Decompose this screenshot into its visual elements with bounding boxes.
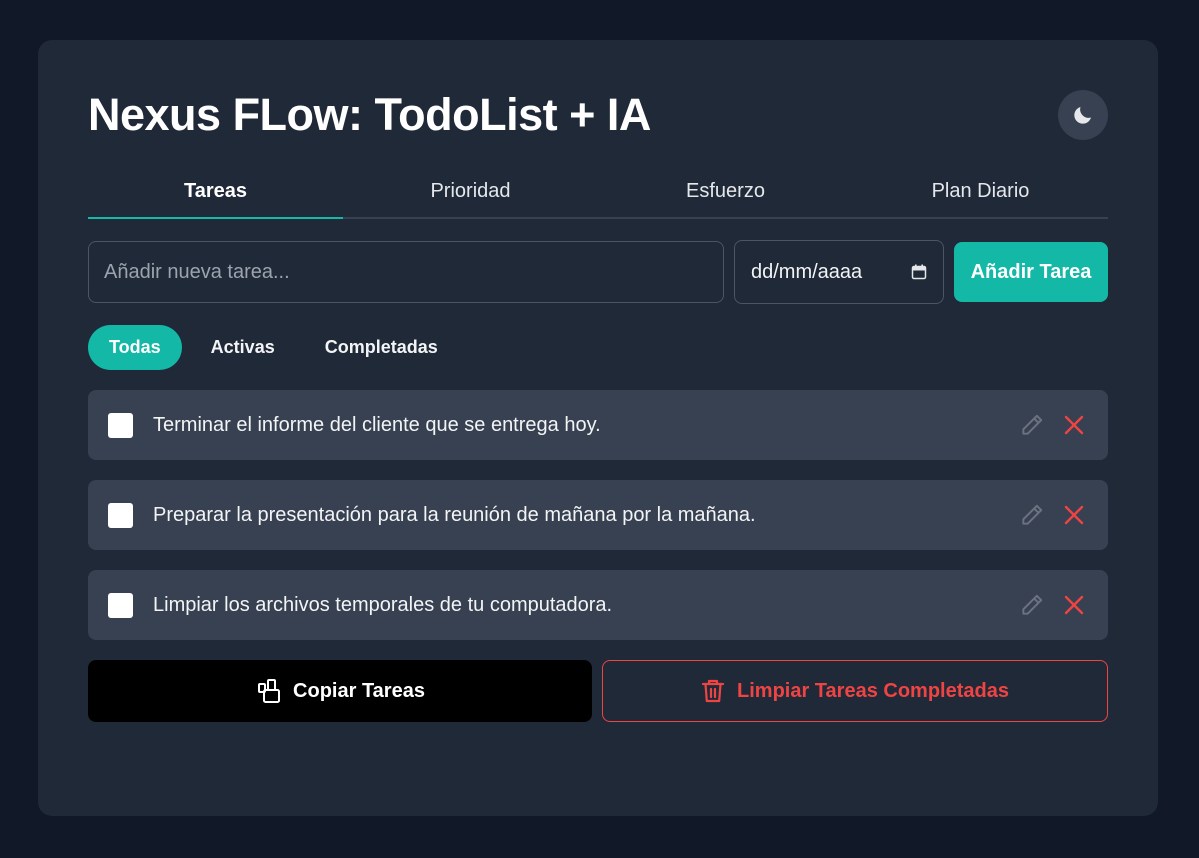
filter-bar: Todas Activas Completadas — [88, 325, 1108, 370]
task-text: Limpiar los archivos temporales de tu co… — [153, 593, 613, 616]
tab-plan-diario[interactable]: Plan Diario — [853, 180, 1108, 217]
edit-button[interactable] — [1018, 411, 1046, 439]
clear-completed-button[interactable]: Limpiar Tareas Completadas — [602, 660, 1108, 722]
task-checkbox[interactable] — [108, 502, 133, 528]
calendar-icon — [911, 264, 927, 280]
task-list: Terminar el informe del cliente que se e… — [88, 390, 1108, 640]
edit-button[interactable] — [1018, 501, 1046, 529]
tab-esfuerzo[interactable]: Esfuerzo — [598, 180, 853, 217]
close-icon — [1064, 505, 1084, 525]
due-date-input[interactable]: dd/mm/aaaa — [734, 240, 944, 304]
copy-icon — [258, 679, 281, 703]
filter-completadas[interactable]: Completadas — [304, 325, 459, 370]
pencil-icon — [1022, 414, 1043, 435]
tab-prioridad[interactable]: Prioridad — [343, 180, 598, 217]
moon-icon — [1074, 107, 1091, 124]
filter-todas[interactable]: Todas — [88, 325, 182, 370]
task-checkbox[interactable] — [108, 412, 133, 438]
task-text: Preparar la presentación para la reunión… — [153, 503, 756, 526]
pencil-icon — [1022, 504, 1043, 525]
task-item: Preparar la presentación para la reunión… — [88, 480, 1108, 550]
trash-icon — [701, 679, 725, 703]
app-card: Nexus FLow: TodoList + IA Tareas Priorid… — [38, 40, 1158, 816]
date-placeholder: dd/mm/aaaa — [751, 260, 863, 283]
clear-label: Limpiar Tareas Completadas — [737, 679, 1009, 702]
edit-button[interactable] — [1018, 591, 1046, 619]
copy-label: Copiar Tareas — [293, 679, 425, 702]
copy-tasks-button[interactable]: Copiar Tareas — [88, 660, 592, 722]
add-task-button[interactable]: Añadir Tarea — [954, 242, 1108, 302]
close-icon — [1064, 595, 1084, 615]
task-text: Terminar el informe del cliente que se e… — [153, 413, 601, 436]
pencil-icon — [1022, 594, 1043, 615]
task-item: Terminar el informe del cliente que se e… — [88, 390, 1108, 460]
close-icon — [1064, 415, 1084, 435]
delete-button[interactable] — [1060, 591, 1088, 619]
delete-button[interactable] — [1060, 501, 1088, 529]
page-title: Nexus FLow: TodoList + IA — [88, 89, 651, 140]
add-task-row: dd/mm/aaaa Añadir Tarea — [88, 240, 1108, 304]
tab-tareas[interactable]: Tareas — [88, 180, 343, 219]
new-task-input[interactable] — [88, 241, 724, 303]
actions-row: Copiar Tareas Limpiar Tareas Completadas — [88, 660, 1108, 722]
theme-toggle-button[interactable] — [1058, 90, 1108, 140]
header: Nexus FLow: TodoList + IA — [88, 89, 1108, 140]
task-item: Limpiar los archivos temporales de tu co… — [88, 570, 1108, 640]
tab-bar: Tareas Prioridad Esfuerzo Plan Diario — [88, 180, 1108, 219]
task-checkbox[interactable] — [108, 592, 133, 618]
filter-activas[interactable]: Activas — [190, 325, 296, 370]
delete-button[interactable] — [1060, 411, 1088, 439]
